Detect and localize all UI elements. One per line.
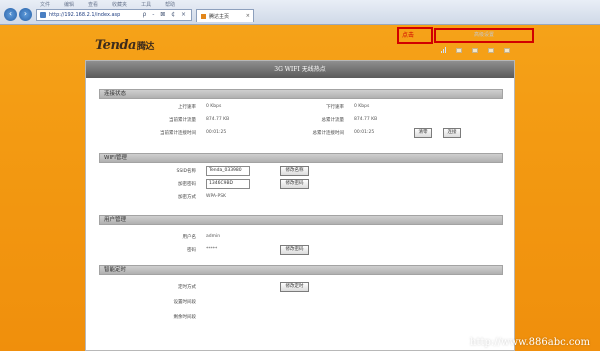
ssid-label: SSID名称 — [176, 169, 196, 174]
change-wifi-key-button[interactable]: 修改密码 — [280, 179, 309, 189]
connection-section: 连接状态 上行速率 0 Kbps 下行速率 0 Kbps 当前累计流量 874.… — [99, 89, 503, 140]
page-icon — [40, 12, 46, 18]
user-section: 用户管理 用户名 admin 密码 ***** 修改密码 — [99, 215, 503, 257]
total-traffic-label: 总累计流量 — [321, 118, 345, 123]
current-time-value: 00:01:25 — [206, 130, 227, 135]
wifi-icon — [472, 48, 478, 53]
back-button-icon[interactable]: ‹ — [4, 8, 17, 21]
tab-title: 腾达主页 — [209, 13, 230, 20]
logo-text: Tenda — [95, 38, 136, 53]
schedule-heading: 智能定时 — [99, 265, 503, 275]
connect-button[interactable]: 连接 — [443, 128, 461, 138]
remaining-label: 剩余时间段 — [173, 315, 197, 320]
total-time-label: 总累计连接时间 — [312, 131, 345, 136]
signal-icon — [441, 47, 446, 53]
menu-favorites[interactable]: 收藏夹 — [112, 1, 127, 8]
wifi-heading: WIFI管理 — [99, 153, 503, 163]
browser-menu: 文件 编辑 查看 收藏夹 工具 帮助 — [40, 1, 175, 8]
current-traffic-label: 当前累计流量 — [169, 118, 196, 123]
change-password-button[interactable]: 修改密码 — [280, 245, 309, 255]
ssid-input[interactable]: Tenda_033980 — [206, 166, 250, 176]
period-label: 设置时间段 — [173, 300, 197, 305]
wifi-section: WIFI管理 SSID名称 Tenda_033980 修改名称 加密密码 134… — [99, 153, 503, 204]
wifi-key-label: 加密密码 — [178, 182, 196, 187]
user-heading: 用户管理 — [99, 215, 503, 225]
panel-title: 3G WIFI 无线热点 — [86, 61, 514, 78]
current-traffic-value: 874.77 KB — [206, 117, 230, 122]
logo-cn-text: 腾达 — [136, 42, 155, 52]
encryption-value: WPA-PSK — [206, 194, 226, 199]
sim-icon — [456, 48, 462, 53]
click-annotation: 点击 — [397, 27, 433, 44]
forward-button-icon[interactable]: › — [19, 8, 32, 21]
browser-tab[interactable]: 腾达主页 × — [196, 9, 254, 22]
change-ssid-button[interactable]: 修改名称 — [280, 166, 309, 176]
up-rate-label: 上行速率 — [178, 105, 196, 110]
tab-close-icon[interactable]: × — [246, 13, 250, 19]
schedule-section: 智能定时 定时方式 修改定时 设置时间段 剩余时间段 — [99, 265, 503, 324]
total-time-value: 00:01:25 — [354, 130, 375, 135]
status-icons — [441, 47, 510, 53]
address-tools-icons[interactable]: ρ - ⊠ ¢ × — [143, 11, 188, 18]
watermark: http://www.886abc.com — [470, 337, 590, 348]
total-traffic-value: 874.77 KB — [354, 117, 378, 122]
tenda-logo: Tenda腾达 — [95, 38, 154, 53]
password-label: 密码 — [187, 248, 196, 253]
address-text: http://192.168.2.1/index.asp — [49, 12, 121, 18]
encryption-label: 加密方式 — [178, 195, 196, 200]
main-panel: 3G WIFI 无线热点 连接状态 上行速率 0 Kbps 下行速率 0 Kbp… — [85, 60, 515, 351]
connection-heading: 连接状态 — [99, 89, 503, 99]
clear-button[interactable]: 清零 — [414, 128, 432, 138]
user-icon — [504, 48, 510, 53]
password-value: ***** — [206, 247, 218, 252]
up-rate-value: 0 Kbps — [206, 104, 222, 109]
down-rate-label: 下行速率 — [326, 105, 344, 110]
down-rate-value: 0 Kbps — [354, 104, 370, 109]
schedule-mode-label: 定时方式 — [178, 285, 196, 290]
username-value: admin — [206, 234, 221, 239]
menu-edit[interactable]: 编辑 — [64, 1, 74, 8]
username-label: 用户名 — [182, 235, 197, 240]
browser-toolbar: 文件 编辑 查看 收藏夹 工具 帮助 ‹ › http://192.168.2.… — [0, 0, 600, 25]
menu-file[interactable]: 文件 — [40, 1, 50, 8]
advanced-settings-link[interactable]: 高级设置 — [434, 28, 534, 43]
menu-view[interactable]: 查看 — [88, 1, 98, 8]
address-bar[interactable]: http://192.168.2.1/index.asp ρ - ⊠ ¢ × — [36, 9, 192, 21]
wifi-key-input[interactable]: 1346C9BD — [206, 179, 250, 189]
menu-tools[interactable]: 工具 — [141, 1, 151, 8]
menu-help[interactable]: 帮助 — [165, 1, 175, 8]
current-time-label: 当前累计连接时间 — [160, 131, 196, 136]
battery-icon — [488, 48, 494, 53]
tab-favicon-icon — [201, 13, 206, 19]
change-schedule-button[interactable]: 修改定时 — [280, 282, 309, 292]
